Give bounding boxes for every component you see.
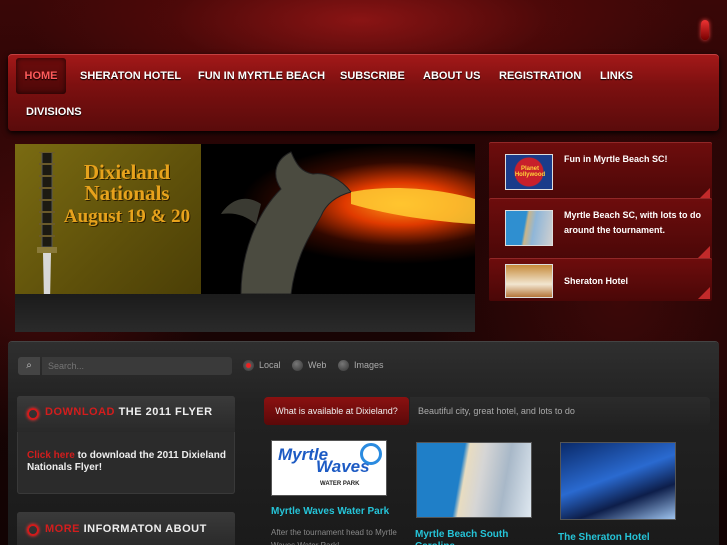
radio-label-web: Web	[308, 360, 327, 370]
article-title-myrtle-beach[interactable]: Myrtle Beach South Carolina	[415, 529, 545, 545]
slide-date: August 19 & 20	[63, 206, 191, 227]
slideshow[interactable]: Dixieland Nationals August 19 & 20	[15, 144, 475, 332]
radio-label-images: Images	[354, 360, 384, 370]
nav-home[interactable]: HOME	[16, 58, 66, 94]
corner-arrow-icon	[698, 287, 710, 299]
feature-text: Fun in Myrtle Beach SC!	[564, 154, 668, 164]
search-icon[interactable]: ⌕	[18, 357, 40, 375]
nav-sheraton-hotel[interactable]: SHERATON HOTEL	[80, 58, 181, 94]
radio-images[interactable]	[338, 360, 349, 371]
nav-links[interactable]: LINKS	[600, 58, 633, 94]
ring-icon	[27, 524, 39, 536]
feature-thumb-hotel-room	[505, 264, 553, 298]
nav-fun-in-myrtle-beach[interactable]: FUN IN MYRTLE BEACH	[198, 58, 325, 94]
sword-illustration	[37, 152, 57, 302]
feature-text: Myrtle Beach SC, with lots to do around …	[564, 210, 702, 235]
module-title: MORE INFORMATON ABOUT	[45, 523, 207, 535]
nav-divisions[interactable]: DIVISIONS	[26, 94, 82, 130]
feature-item-sheraton[interactable]: Sheraton Hotel	[489, 258, 712, 301]
nav-subscribe[interactable]: SUBSCRIBE	[340, 58, 405, 94]
article-text-myrtle-waves: After the tournament head to Myrtle Wave…	[271, 528, 397, 545]
article-image-sheraton[interactable]	[560, 442, 676, 520]
radio-web[interactable]	[292, 360, 303, 371]
search-input[interactable]	[42, 357, 232, 375]
article-image-myrtle-waves[interactable]: Myrtle Waves WATER PARK	[271, 440, 387, 496]
radio-local[interactable]	[243, 360, 254, 371]
feature-thumb-beach	[505, 210, 553, 246]
corner-arrow-icon	[698, 246, 710, 258]
module-flyer: DOWNLOAD THE 2011 FLYER Click here to do…	[17, 396, 235, 494]
feature-item-fun[interactable]: Planet Hollywood Fun in Myrtle Beach SC!	[489, 142, 712, 202]
feature-item-myrtle-beach[interactable]: Myrtle Beach SC, with lots to do around …	[489, 198, 712, 260]
main-nav: HOME SHERATON HOTEL FUN IN MYRTLE BEACH …	[8, 54, 719, 131]
article-image-myrtle-beach[interactable]	[416, 442, 532, 518]
dragon-illustration	[221, 151, 475, 295]
radio-label-local: Local	[259, 360, 281, 370]
nav-about-us[interactable]: ABOUT US	[423, 58, 480, 94]
feature-text: Sheraton Hotel	[564, 276, 629, 286]
tab-beautiful-city[interactable]: Beautiful city, great hotel, and lots to…	[418, 397, 575, 425]
nav-registration[interactable]: REGISTRATION	[499, 58, 581, 94]
module-more-info: MORE INFORMATON ABOUT	[17, 512, 235, 545]
slide-footer-strip	[15, 294, 475, 332]
ring-icon	[27, 408, 39, 420]
scroll-knob[interactable]	[701, 20, 709, 40]
module-title: DOWNLOAD THE 2011 FLYER	[45, 406, 213, 418]
slide-title: Dixieland Nationals	[83, 160, 171, 205]
article-title-sheraton[interactable]: The Sheraton Hotel	[558, 532, 688, 544]
article-title-myrtle-waves[interactable]: Myrtle Waves Water Park	[271, 506, 401, 518]
module-body: Click here to download the 2011 Dixielan…	[27, 450, 227, 474]
flyer-download-link[interactable]: Click here	[27, 450, 75, 461]
slide-dragon-image	[201, 144, 475, 302]
feature-thumb-planet-hollywood: Planet Hollywood	[505, 154, 553, 190]
tab-what-is-available[interactable]: What is available at Dixieland?	[264, 397, 409, 425]
